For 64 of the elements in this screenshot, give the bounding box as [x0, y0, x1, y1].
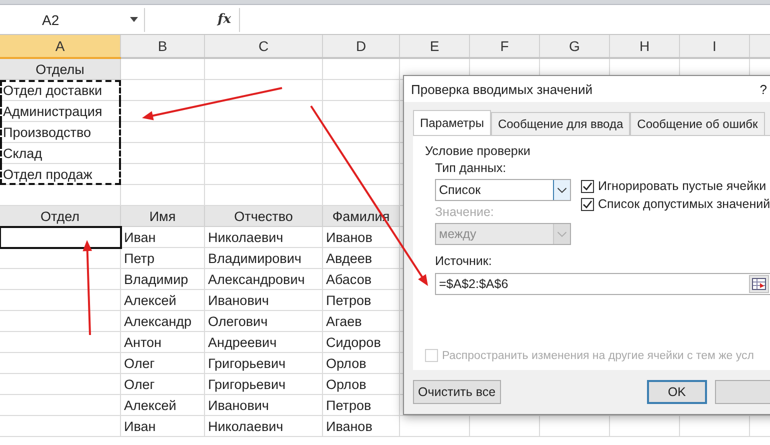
checkbox-label: Игнорировать пустые ячейки	[598, 179, 766, 193]
table-cell-text: Олег	[123, 376, 156, 394]
table-cell-text: Сидоров	[325, 334, 382, 352]
source-field[interactable]: =$A$2:$A$6	[435, 273, 770, 295]
table-cell-text: Иванов	[325, 418, 374, 436]
table-cell-text: Иванович	[207, 397, 270, 415]
tab[interactable]: Сообщение об ошибк	[630, 112, 765, 136]
table-cell: Склад	[0, 143, 121, 164]
column-heading: Отдел	[0, 206, 121, 227]
checkbox-label: Распространить изменения на другие ячейки с тем же усл	[442, 350, 754, 362]
table-cell-text: Владимир	[123, 271, 190, 289]
table-cell-text: Николаевич	[207, 229, 284, 247]
table-cell: Отдел доставки	[0, 80, 121, 101]
table-cell-text: Антон	[123, 334, 162, 352]
checkbox[interactable]	[581, 198, 594, 210]
table-cell-text: Иван	[123, 229, 157, 247]
tab[interactable]: Параметры	[413, 110, 491, 136]
dialog-title: Проверка вводимых значений	[411, 82, 592, 96]
select-field[interactable]: Список	[435, 179, 571, 201]
collapse-dialog-button[interactable]	[749, 275, 769, 293]
table-cell-text: Олег	[123, 355, 156, 373]
table-cell-text: Владимирович	[207, 250, 302, 268]
dialog-button[interactable]: Очистить все	[413, 380, 501, 404]
table-cell-text: Петров	[325, 292, 372, 310]
table-cell: Администрация	[0, 101, 121, 122]
table-cell-text: Олегович	[207, 313, 269, 331]
chevron-down-icon	[553, 180, 570, 200]
table-cell-text: Григорьевич	[207, 355, 287, 373]
table-cell-text: Орлов	[325, 376, 368, 394]
checkbox[interactable]	[581, 180, 594, 192]
table-cell-text: Алексей	[123, 292, 178, 310]
table-cell-text: Петр	[123, 250, 156, 268]
table-cell-text: Иван	[123, 418, 157, 436]
group-label: Условие проверки	[425, 144, 532, 158]
table-cell-text: Иванович	[207, 292, 270, 310]
field-label: Тип данных:	[435, 161, 508, 175]
column-heading: Отчество	[205, 206, 323, 227]
table-cell-text: Петров	[325, 397, 372, 415]
table-cell: Отдел продаж	[0, 164, 121, 185]
table-cell-text: Агаев	[325, 313, 363, 331]
table-cell-text: Авдеев	[325, 250, 374, 268]
table-cell-text: Александр	[123, 313, 193, 331]
checkbox-label: Список допустимых значений	[598, 197, 770, 211]
help-button[interactable]: ?	[760, 82, 767, 96]
insert-function-button[interactable]: fx	[218, 12, 231, 27]
table-cell-text: Алексей	[123, 397, 178, 415]
dialog-button[interactable]: OK	[646, 380, 708, 404]
table-cell: Производство	[0, 122, 121, 143]
column-header[interactable]: A	[0, 35, 121, 57]
table-cell-text: Иванов	[325, 229, 374, 247]
field-label: Значение:	[435, 205, 495, 219]
field-label: Источник:	[435, 254, 492, 268]
table-cell-text: Андреевич	[207, 334, 278, 352]
table-cell-text: Абасов	[325, 271, 373, 289]
dropdown-caret-icon	[130, 17, 138, 22]
table-cell-text: Григорьевич	[207, 376, 287, 394]
tab[interactable]: Сообщение для ввода	[490, 112, 630, 136]
chevron-down-icon	[553, 224, 570, 244]
column-heading: Отделы	[0, 59, 121, 80]
column-heading: Имя	[121, 206, 205, 227]
table-cell-text: Александрович	[207, 271, 306, 289]
table-cell-text: Николаевич	[207, 418, 284, 436]
table-cell-text: Орлов	[325, 355, 368, 373]
name-box[interactable]: A2	[0, 8, 145, 32]
